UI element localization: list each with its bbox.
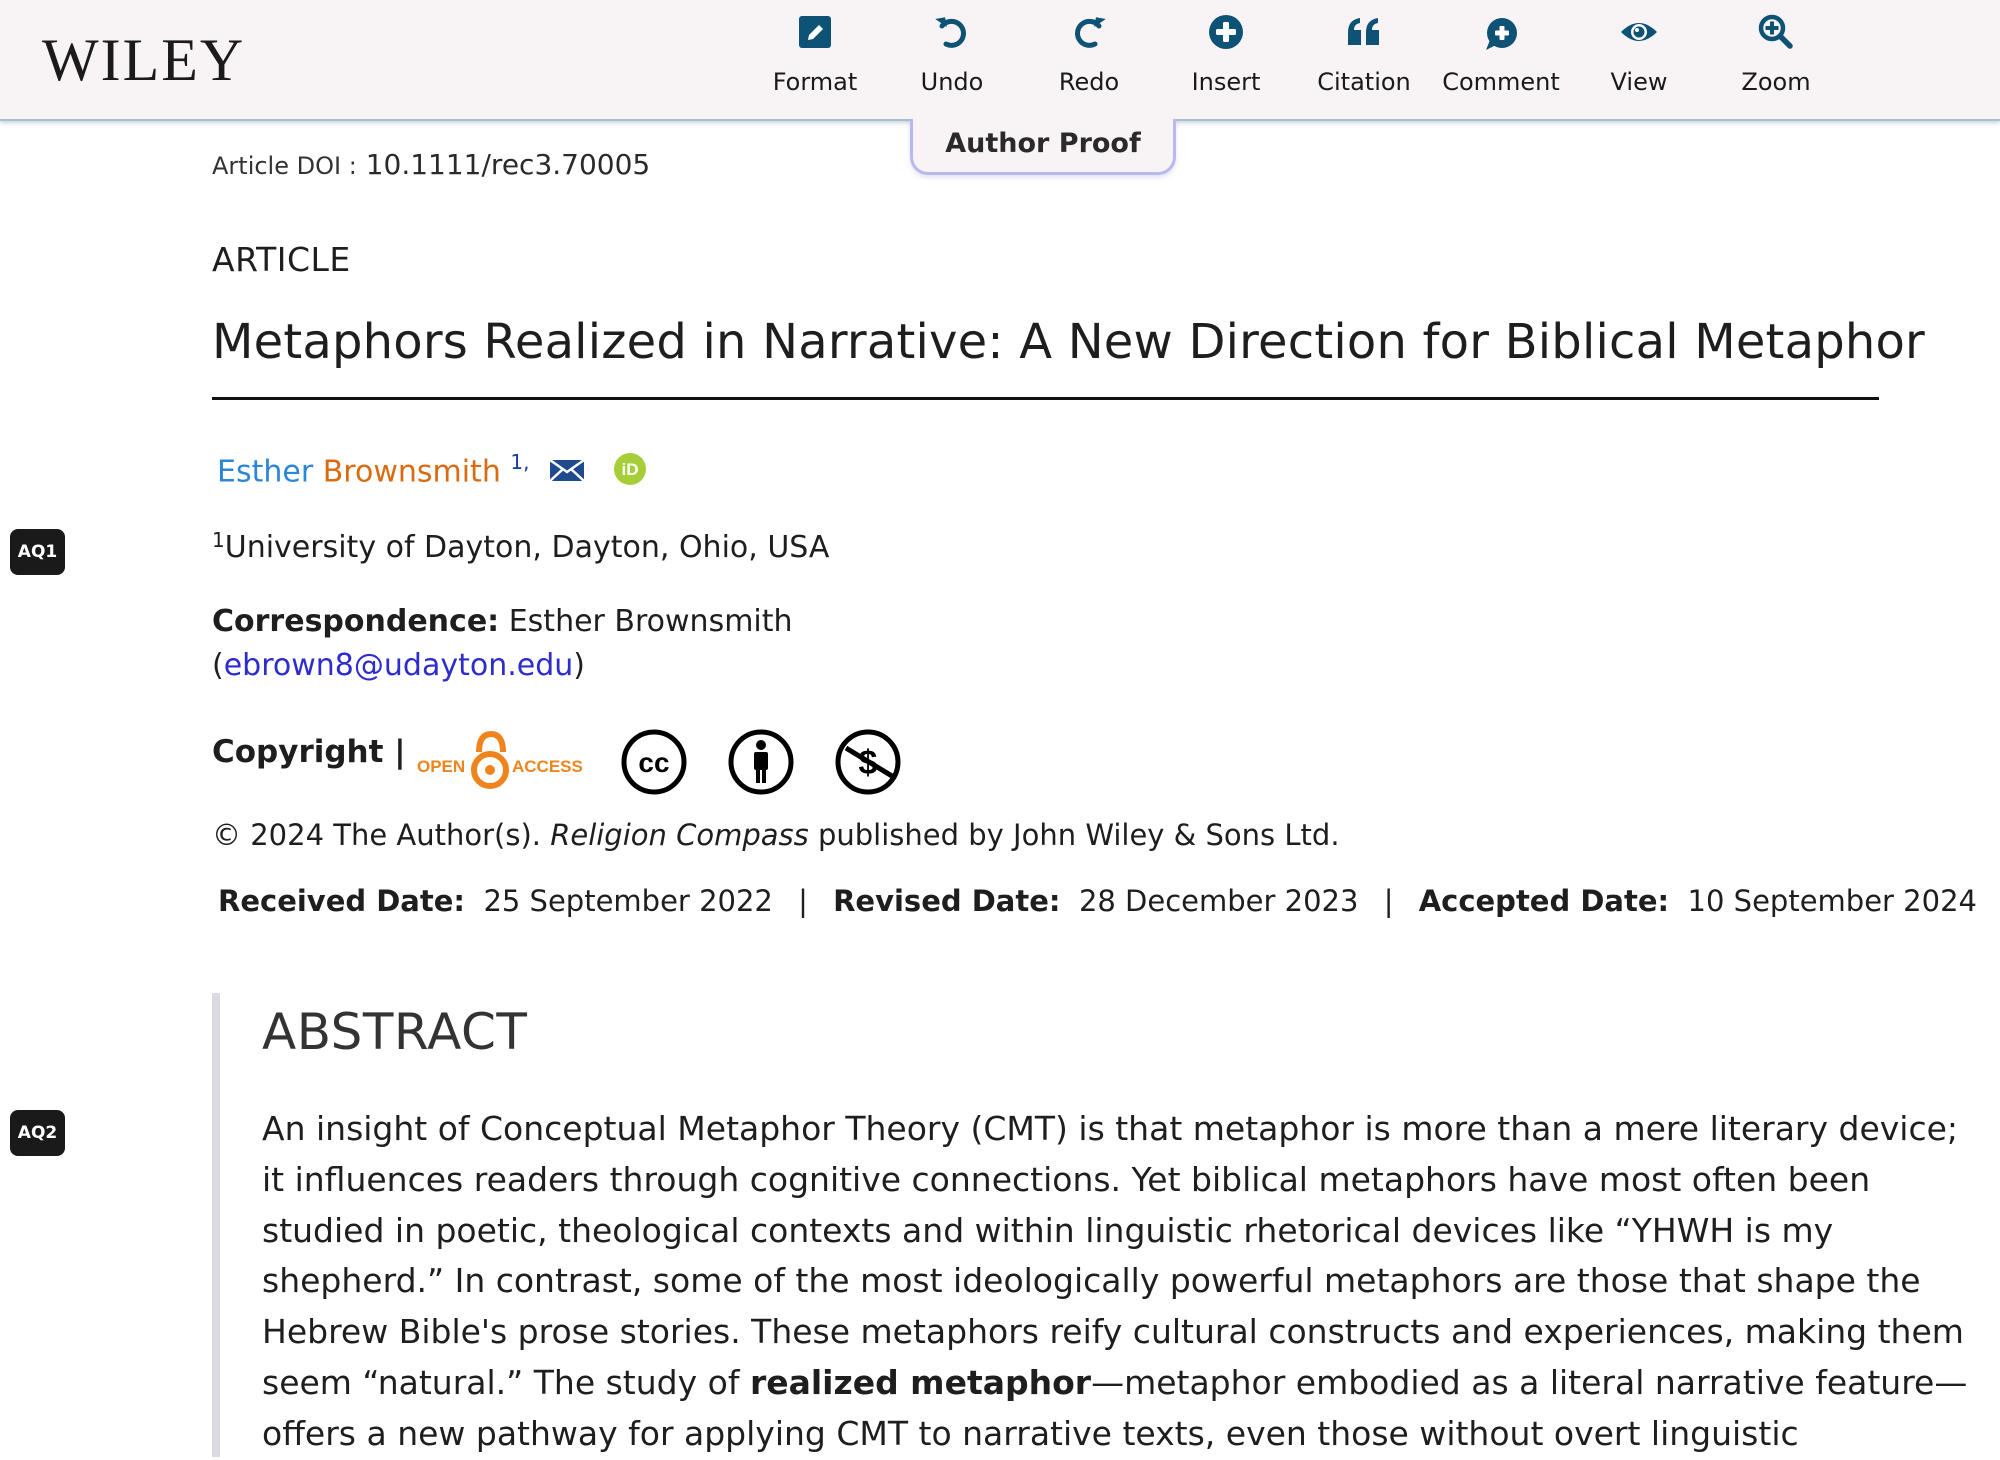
affiliation-number: 1 (212, 528, 225, 552)
orcid-icon[interactable]: iD (613, 452, 647, 494)
author-query-badge-aq1[interactable]: AQ1 (10, 529, 65, 575)
insert-label: Insert (1191, 68, 1261, 96)
abstract-line: it influences readers through cognitive … (262, 1159, 1871, 1199)
accepted-date-label: Accepted Date: (1418, 884, 1670, 918)
undo-icon (892, 12, 1012, 56)
article-doi: Article DOI : 10.1111/rec3.70005 (212, 148, 650, 181)
format-button[interactable]: Format (755, 12, 875, 96)
cc-icon[interactable]: cc (620, 728, 688, 800)
wiley-logo: WILEY (42, 27, 246, 93)
citation-label: Citation (1317, 68, 1411, 96)
author-proof-tab[interactable]: Author Proof (910, 119, 1176, 175)
svg-text:iD: iD (621, 460, 638, 479)
redo-icon (1029, 12, 1149, 56)
abstract-line: An insight of Conceptual Metaphor Theory… (262, 1109, 1959, 1148)
comment-button[interactable]: Comment (1441, 12, 1561, 96)
author-query-badge-aq2[interactable]: AQ2 (10, 1110, 65, 1156)
article-dates: Received Date: 25 September 2022 | Revis… (218, 884, 1977, 918)
comment-plus-icon (1441, 12, 1561, 56)
correspondence: Correspondence: Esther Brownsmith (ebrow… (212, 600, 793, 688)
undo-label: Undo (920, 68, 984, 96)
svg-text:cc: cc (638, 747, 669, 778)
plus-circle-icon (1166, 12, 1286, 56)
author-family-name[interactable]: Brownsmith (323, 455, 501, 490)
accepted-date-value: 10 September 2024 (1687, 884, 1977, 918)
title-divider (212, 397, 1879, 400)
redo-button[interactable]: Redo (1029, 12, 1149, 96)
zoom-in-icon (1716, 12, 1836, 56)
envelope-icon[interactable] (549, 456, 585, 491)
received-date-label: Received Date: (218, 884, 465, 918)
abstract-body: An insight of Conceptual Metaphor Theory… (262, 1104, 1982, 1460)
paren-open: ( (212, 648, 224, 683)
quote-icon (1304, 12, 1424, 56)
date-separator: | (1383, 884, 1394, 918)
author-given-name[interactable]: Esther (217, 455, 313, 490)
correspondence-email-link[interactable]: ebrown8@udayton.edu (224, 648, 574, 683)
eye-icon (1579, 12, 1699, 56)
comment-label: Comment (1442, 68, 1560, 96)
edit-icon (755, 12, 875, 56)
journal-name: Religion Compass (550, 818, 809, 852)
copyright-statement: © 2024 The Author(s). Religion Compass p… (212, 818, 1340, 852)
abstract-heading: ABSTRACT (262, 1003, 528, 1061)
redo-label: Redo (1058, 68, 1120, 96)
realized-metaphor-term: realized metaphor (749, 1362, 1092, 1402)
author-line: Esther Brownsmith 1, iD (217, 450, 647, 494)
correspondence-name: Esther Brownsmith (508, 604, 793, 639)
revised-date-value: 28 December 2023 (1078, 884, 1359, 918)
open-access-right-text: ACCESS (512, 757, 583, 776)
undo-button[interactable]: Undo (892, 12, 1012, 96)
copyright-suffix: published by John Wiley & Sons Ltd. (808, 818, 1340, 852)
author-affiliation-ref: 1, (510, 450, 530, 474)
article-title: Metaphors Realized in Narrative: A New D… (212, 314, 1925, 370)
affiliation-text: University of Dayton, Dayton, Ohio, USA (224, 530, 830, 565)
abstract-line: Hebrew Bible's prose stories. These meta… (262, 1312, 1964, 1352)
abstract-line: seem “natural.” The study of realized me… (262, 1358, 1982, 1409)
abstract-line: offers a new pathway for applying CMT to… (262, 1413, 1799, 1453)
copyright-label: Copyright | (212, 734, 406, 770)
doi-value: 10.1111/rec3.70005 (365, 148, 651, 181)
zoom-label: Zoom (1741, 68, 1811, 96)
open-access-logo: OPEN ACCESS (417, 728, 597, 796)
abstract-line: shepherd.” In contrast, some of the most… (262, 1261, 1921, 1301)
paren-close: ) (573, 648, 585, 683)
insert-button[interactable]: Insert (1166, 12, 1286, 96)
view-label: View (1610, 68, 1668, 96)
open-access-left-text: OPEN (417, 757, 465, 776)
view-button[interactable]: View (1579, 12, 1699, 96)
correspondence-label: Correspondence: (212, 604, 500, 639)
zoom-button[interactable]: Zoom (1716, 12, 1836, 96)
received-date-value: 25 September 2022 (483, 884, 773, 918)
article-type: ARTICLE (212, 240, 351, 279)
affiliation: 1University of Dayton, Dayton, Ohio, USA (212, 528, 830, 565)
revised-date-label: Revised Date: (833, 884, 1061, 918)
abstract-text: seem “natural.” The study of (262, 1362, 750, 1402)
toolbar-header: WILEY Format Undo Redo Insert Citation C (0, 0, 2000, 121)
by-attribution-icon[interactable] (727, 728, 795, 800)
citation-button[interactable]: Citation (1304, 12, 1424, 96)
noncommercial-icon[interactable]: $ (834, 728, 902, 800)
format-label: Format (772, 68, 858, 96)
abstract-side-bar (212, 993, 220, 1457)
date-separator: | (798, 884, 808, 918)
copyright-prefix: © 2024 The Author(s). (212, 818, 551, 852)
abstract-text: —metaphor embodied as a literal narrativ… (1091, 1362, 1968, 1402)
abstract-line: studied in poetic, theological contexts … (262, 1210, 1834, 1250)
doi-label: Article DOI : (212, 152, 357, 180)
